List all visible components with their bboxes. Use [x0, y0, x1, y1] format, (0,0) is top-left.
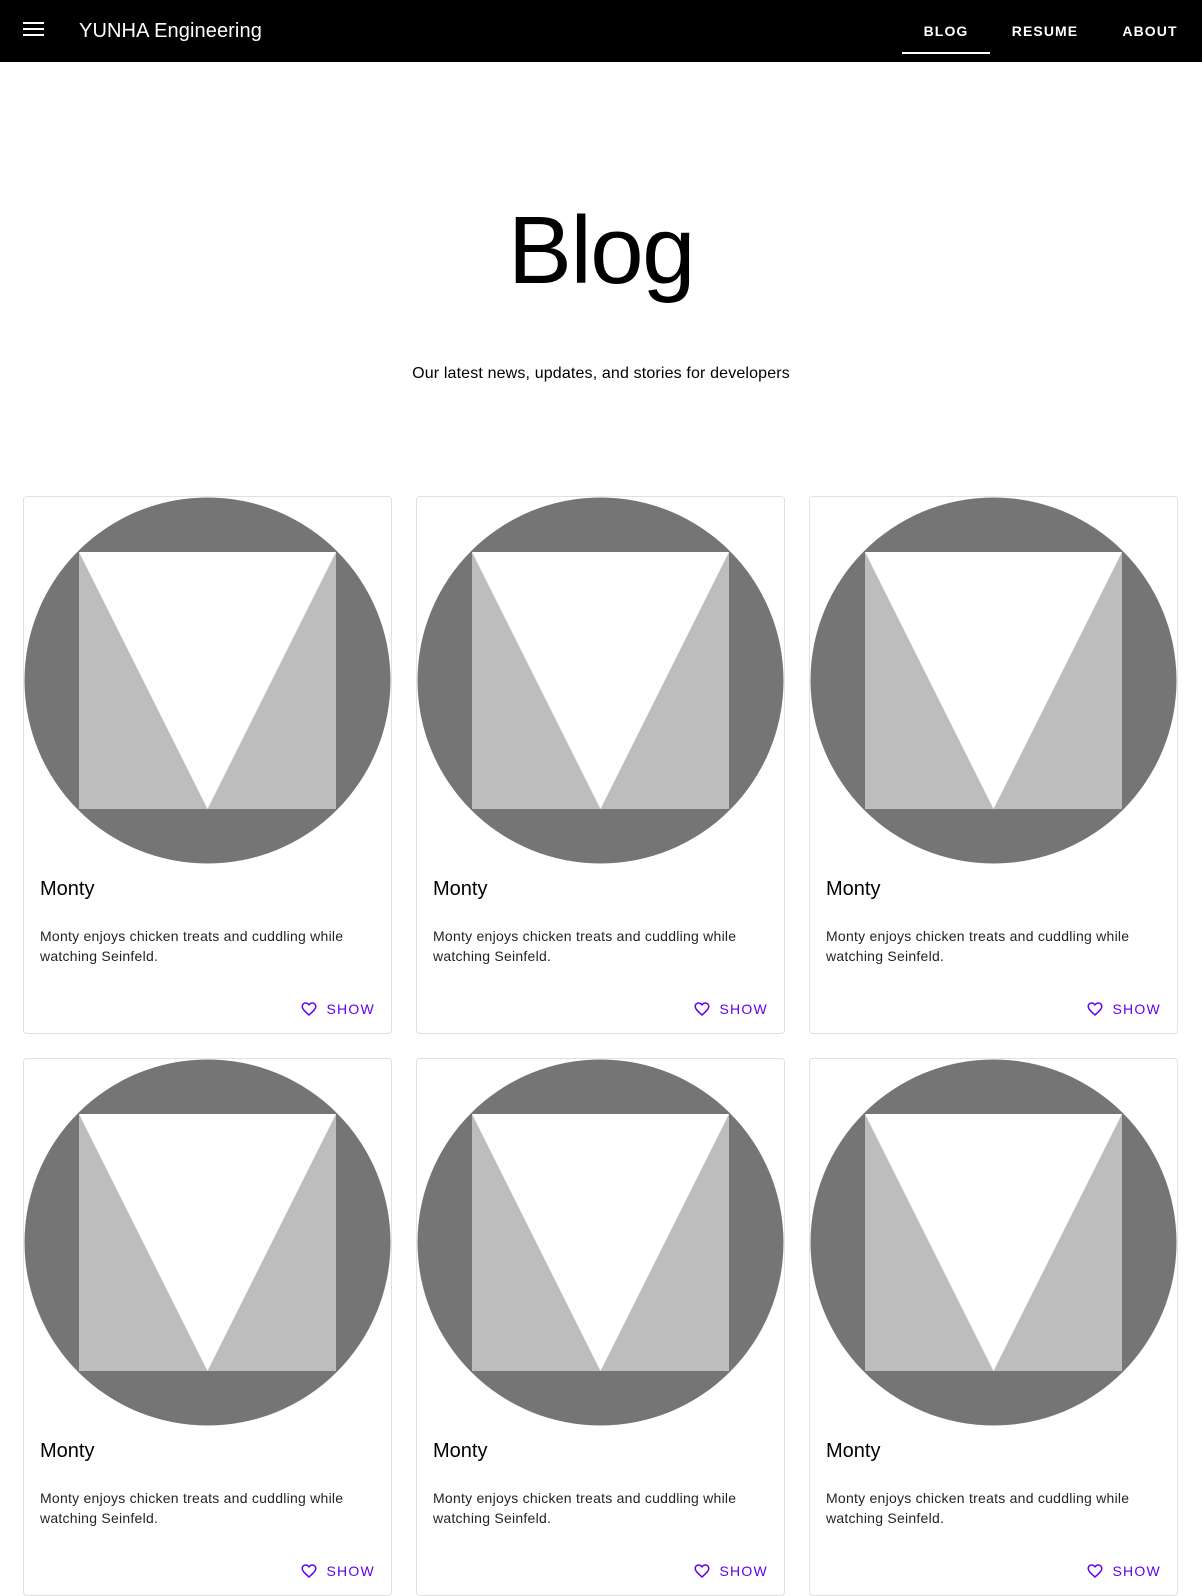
card-title: Monty — [433, 1440, 488, 1462]
card-description: Monty enjoys chicken treats and cuddling… — [40, 1490, 344, 1526]
blog-card[interactable]: Monty Monty enjoys chicken treats and cud… — [416, 496, 785, 1034]
show-button-label: SHOW — [1112, 1563, 1161, 1579]
show-button-label: SHOW — [719, 1001, 768, 1017]
card-title: Monty — [826, 1440, 881, 1462]
heart-outline-icon — [300, 1000, 318, 1018]
blog-card[interactable]: Monty Monty enjoys chicken treats and cud… — [809, 496, 1178, 1034]
show-button[interactable]: SHOW — [1078, 1553, 1169, 1589]
card-description: Monty enjoys chicken treats and cuddling… — [826, 928, 1130, 964]
page-title: Blog — [507, 197, 696, 304]
tab-blog[interactable]: BLOG — [902, 0, 990, 62]
show-button-label: SHOW — [719, 1563, 768, 1579]
card-description: Monty enjoys chicken treats and cuddling… — [433, 1490, 737, 1526]
menu-icon — [23, 21, 45, 42]
show-button[interactable]: SHOW — [1078, 991, 1169, 1027]
blog-card[interactable]: Monty Monty enjoys chicken treats and cud… — [23, 1058, 392, 1596]
card-description: Monty enjoys chicken treats and cuddling… — [433, 928, 737, 964]
show-button[interactable]: SHOW — [685, 991, 776, 1027]
show-button-label: SHOW — [1112, 1001, 1161, 1017]
active-tab-indicator — [902, 52, 990, 54]
blog-card[interactable]: Monty Monty enjoys chicken treats and cud… — [23, 496, 392, 1034]
heart-outline-icon — [693, 1562, 711, 1580]
tab-about-label: ABOUT — [1122, 23, 1178, 39]
tab-blog-label: BLOG — [923, 23, 969, 39]
tab-resume-label: RESUME — [1011, 23, 1079, 39]
card-image-placeholder — [810, 497, 1177, 864]
tab-resume[interactable]: RESUME — [990, 0, 1100, 62]
blog-card[interactable]: Monty Monty enjoys chicken treats and cud… — [809, 1058, 1178, 1596]
show-button-label: SHOW — [326, 1001, 375, 1017]
nav-tabs: BLOG RESUME ABOUT — [902, 0, 1202, 62]
card-image-placeholder — [24, 497, 391, 864]
heart-outline-icon — [300, 1562, 318, 1580]
heart-outline-icon — [1086, 1562, 1104, 1580]
site-title[interactable]: YUNHA Engineering — [79, 0, 262, 62]
card-title: Monty — [40, 1440, 95, 1462]
card-image-placeholder — [417, 497, 784, 864]
blog-card[interactable]: Monty Monty enjoys chicken treats and cud… — [416, 1058, 785, 1596]
card-title: Monty — [40, 878, 95, 900]
card-description: Monty enjoys chicken treats and cuddling… — [40, 928, 344, 964]
show-button[interactable]: SHOW — [292, 991, 383, 1027]
card-description: Monty enjoys chicken treats and cuddling… — [826, 1490, 1130, 1526]
top-app-bar: YUNHA Engineering BLOG RESUME ABOUT — [0, 0, 1202, 62]
heart-outline-icon — [693, 1000, 711, 1018]
show-button[interactable]: SHOW — [292, 1553, 383, 1589]
card-title: Monty — [826, 878, 881, 900]
show-button-label: SHOW — [326, 1563, 375, 1579]
card-image-placeholder — [24, 1059, 391, 1426]
heart-outline-icon — [1086, 1000, 1104, 1018]
show-button[interactable]: SHOW — [685, 1553, 776, 1589]
card-image-placeholder — [810, 1059, 1177, 1426]
card-image-placeholder — [417, 1059, 784, 1426]
card-title: Monty — [433, 878, 488, 900]
tab-about[interactable]: ABOUT — [1100, 0, 1200, 62]
page-subtitle: Our latest news, updates, and stories fo… — [412, 365, 790, 382]
menu-button[interactable] — [14, 11, 54, 51]
